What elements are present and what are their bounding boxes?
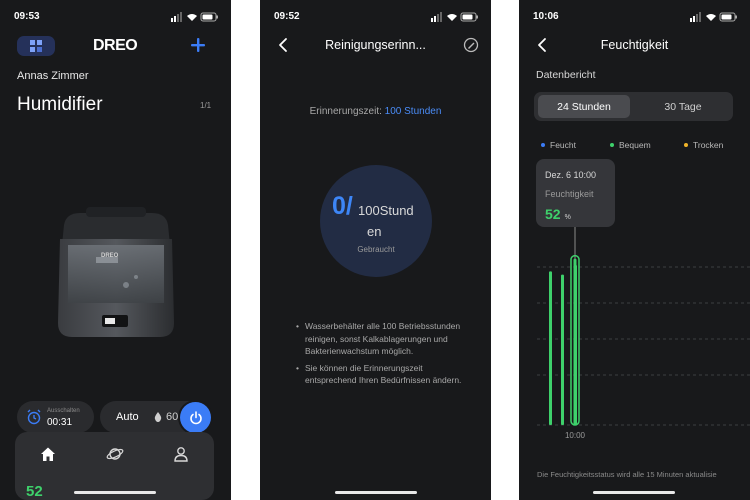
reminder-time-line: Erinnerungszeit: 100 Stunden <box>260 106 491 117</box>
reminder-label: Erinnerungszeit: <box>309 106 382 117</box>
status-time: 10:06 <box>533 11 559 22</box>
timer-value: 00:31 <box>47 417 73 428</box>
timer-card[interactable]: Ausschalten 00:31 <box>17 401 94 433</box>
device-logo-label: DREO <box>101 253 119 259</box>
device-name: Humidifier <box>17 94 103 115</box>
target-humidity: 60 <box>166 411 179 423</box>
page-title: Reinigungserinn... <box>325 38 426 52</box>
chart-bar[interactable] <box>573 258 577 425</box>
section-label: Datenbericht <box>536 69 596 81</box>
chart-bar[interactable] <box>549 271 552 425</box>
tab-profile[interactable] <box>169 442 193 466</box>
tooltip-value-row: 52% <box>545 206 571 222</box>
current-humidity: 52 <box>26 483 43 500</box>
add-device-button[interactable] <box>186 33 210 57</box>
legend-label: Feucht <box>550 140 576 150</box>
edit-reminder-button[interactable] <box>463 37 479 53</box>
device-list-button[interactable] <box>17 36 55 56</box>
legend-label: Trocken <box>693 140 724 150</box>
planet-icon <box>106 448 124 460</box>
humidifier-image[interactable] <box>46 205 186 345</box>
tooltip-unit: % <box>564 214 571 221</box>
humidifier-home-screen: 09:53 DREO Annas Zimmer Humidifier 1/1 D… <box>0 0 231 500</box>
status-bar: 09:52 <box>260 0 491 32</box>
plus-icon <box>191 38 205 52</box>
status-time: 09:53 <box>14 11 40 22</box>
humidity-chart[interactable]: 10:00 <box>519 225 750 445</box>
brand-logo: DREO <box>93 37 138 54</box>
tab-30-days[interactable]: 30 Tage <box>637 95 729 118</box>
tab-24-hours[interactable]: 24 Stunden <box>538 95 630 118</box>
tip-item: Sie können die Erinnerungszeit entsprech… <box>296 362 462 387</box>
tab-bar <box>15 432 214 500</box>
grid-icon <box>30 40 42 52</box>
chart-tooltip: Dez. 6 10:00 Feuchtigkeit 52% <box>536 159 615 227</box>
page-title: Feuchtigkeit <box>600 38 669 52</box>
timer-label: Ausschalten <box>47 408 80 414</box>
legend-dot <box>541 143 545 147</box>
tips-list: Wasserbehälter alle 100 Betriebsstunden … <box>296 320 462 391</box>
range-segmented-control: 24 Stunden 30 Tage <box>534 92 733 121</box>
power-icon <box>189 410 202 424</box>
chart-legend: Feucht Bequem Trocken <box>519 140 750 152</box>
alarm-clock-icon <box>27 409 41 425</box>
power-button[interactable] <box>180 402 211 433</box>
water-drop-icon <box>154 412 162 422</box>
status-bar: 10:06 <box>519 0 750 32</box>
tip-item: Wasserbehälter alle 100 Betriebsstunden … <box>296 320 462 358</box>
home-icon <box>41 447 55 461</box>
cleaning-reminder-screen: 09:52 Reinigungserinn... Erinnerungszeit… <box>260 0 491 500</box>
device-page-count: 1/1 <box>200 101 212 110</box>
home-indicator <box>335 491 417 494</box>
status-icons <box>171 12 218 22</box>
chart-bar[interactable] <box>561 274 564 425</box>
mode-value: Auto <box>116 411 139 423</box>
status-icons <box>431 12 478 22</box>
tab-discover[interactable] <box>103 442 127 466</box>
room-name: Annas Zimmer <box>17 70 89 82</box>
home-indicator <box>593 491 675 494</box>
tooltip-date: Dez. 6 10:00 <box>545 170 597 180</box>
user-icon <box>174 447 188 462</box>
legend-item-feucht: Feucht <box>541 140 576 150</box>
status-time: 09:52 <box>274 11 300 22</box>
usage-status: Gebraucht <box>357 245 395 254</box>
legend-item-bequem: Bequem <box>610 140 651 150</box>
legend-label: Bequem <box>619 140 651 150</box>
reminder-value[interactable]: 100 Stunden <box>385 106 442 117</box>
status-icons <box>690 12 737 22</box>
usage-circle: 0/ 100Stund en Gebraucht <box>320 165 432 277</box>
tooltip-value: 52 <box>545 206 561 222</box>
home-indicator <box>74 491 156 494</box>
legend-dot <box>610 143 614 147</box>
tooltip-metric: Feuchtigkeit <box>545 189 594 199</box>
update-footnote: Die Feuchtigkeitsstatus wird alle 15 Min… <box>537 470 717 479</box>
humidity-report-screen: 10:06 Feuchtigkeit Datenbericht 24 Stund… <box>519 0 750 500</box>
legend-dot <box>684 143 688 147</box>
total-hours-part1: 100Stund <box>358 203 414 218</box>
used-hours: 0/ <box>332 192 353 220</box>
status-bar: 09:53 <box>0 0 231 32</box>
total-hours-part2: en <box>367 224 382 239</box>
tab-home[interactable] <box>36 442 60 466</box>
legend-item-trocken: Trocken <box>684 140 723 150</box>
x-tick-label: 10:00 <box>565 431 586 440</box>
